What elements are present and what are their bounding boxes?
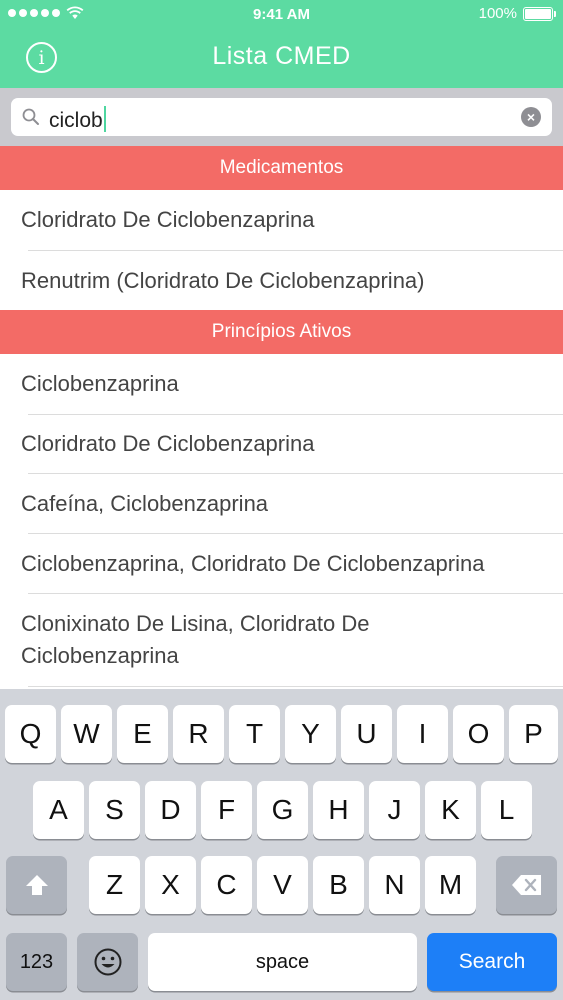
key-d[interactable]: D: [145, 781, 196, 839]
clear-icon[interactable]: ×: [521, 107, 541, 127]
key-s[interactable]: S: [89, 781, 140, 839]
key-a[interactable]: A: [33, 781, 84, 839]
text-caret: [103, 106, 106, 132]
list-item-label: Cloridrato De Ciclobenzaprina: [21, 431, 315, 456]
key-x[interactable]: X: [145, 856, 196, 914]
list-item[interactable]: Clonixinato De Lisina, Cloridrato De Cic…: [0, 594, 563, 686]
row-divider: [28, 686, 563, 687]
key-w[interactable]: W: [61, 705, 112, 763]
nav-header: 9:41 AM 100% i Lista CMED: [0, 0, 563, 88]
key-q[interactable]: Q: [5, 705, 56, 763]
page-title: Lista CMED: [212, 42, 351, 70]
section-header-principios-ativos: Princípios Ativos: [0, 310, 563, 354]
battery-percent: 100%: [478, 5, 517, 22]
key-l[interactable]: L: [481, 781, 532, 839]
key-g[interactable]: G: [257, 781, 308, 839]
shift-icon: [25, 875, 48, 895]
key-t[interactable]: T: [229, 705, 280, 763]
space-key[interactable]: space: [148, 933, 417, 991]
key-o[interactable]: O: [453, 705, 504, 763]
list-item-label: Ciclobenzaprina: [21, 371, 179, 396]
search-icon: [22, 108, 39, 125]
list-item-label: Renutrim (Cloridrato De Ciclobenzaprina): [21, 267, 425, 293]
battery-indicator: 100%: [478, 5, 556, 22]
key-f[interactable]: F: [201, 781, 252, 839]
key-i[interactable]: I: [397, 705, 448, 763]
list-item-label: Ciclobenzaprina, Cloridrato De Ciclobenz…: [21, 550, 485, 576]
key-h[interactable]: H: [313, 781, 364, 839]
search-query: ciclob: [49, 106, 106, 133]
list-item-label: Cafeína, Ciclobenzaprina: [21, 490, 269, 516]
status-bar: 9:41 AM 100%: [0, 0, 563, 30]
key-z[interactable]: Z: [89, 856, 140, 914]
battery-icon: [523, 6, 556, 21]
key-c[interactable]: C: [201, 856, 252, 914]
key-r[interactable]: R: [173, 705, 224, 763]
search-input[interactable]: ciclob ×: [11, 98, 552, 136]
key-j[interactable]: J: [369, 781, 420, 839]
key-p[interactable]: P: [509, 705, 558, 763]
section-header-medicamentos: Medicamentos: [0, 146, 563, 190]
search-key[interactable]: Search: [427, 933, 557, 991]
keyboard: Q W E R T Y U I O P A S D F G H J K L Z …: [0, 689, 563, 1000]
list-item[interactable]: Ciclobenzaprina, Cloridrato De Ciclobenz…: [0, 534, 563, 593]
key-b[interactable]: B: [313, 856, 364, 914]
key-u[interactable]: U: [341, 705, 392, 763]
shift-key[interactable]: [6, 856, 67, 914]
numbers-key[interactable]: 123: [6, 933, 67, 991]
key-n[interactable]: N: [369, 856, 420, 914]
key-y[interactable]: Y: [285, 705, 336, 763]
emoji-icon: [94, 948, 121, 976]
search-bar: ciclob ×: [0, 88, 563, 146]
key-k[interactable]: K: [425, 781, 476, 839]
key-e[interactable]: E: [117, 705, 168, 763]
delete-key[interactable]: [496, 856, 557, 914]
emoji-key[interactable]: [77, 933, 138, 991]
list-item-label: Clonixinato De Lisina, Cloridrato De Cic…: [21, 611, 370, 668]
list-item[interactable]: Cafeína, Ciclobenzaprina: [0, 474, 563, 533]
delete-icon: [511, 875, 541, 895]
list-item[interactable]: Cloridrato De Ciclobenzaprina: [0, 190, 563, 250]
key-v[interactable]: V: [257, 856, 308, 914]
list-item[interactable]: Cloridrato De Ciclobenzaprina: [0, 415, 563, 473]
list-item[interactable]: Renutrim (Cloridrato De Ciclobenzaprina): [0, 251, 563, 310]
list-item[interactable]: Ciclobenzaprina: [0, 354, 563, 414]
list-item-label: Cloridrato De Ciclobenzaprina: [21, 207, 315, 232]
key-m[interactable]: M: [425, 856, 476, 914]
